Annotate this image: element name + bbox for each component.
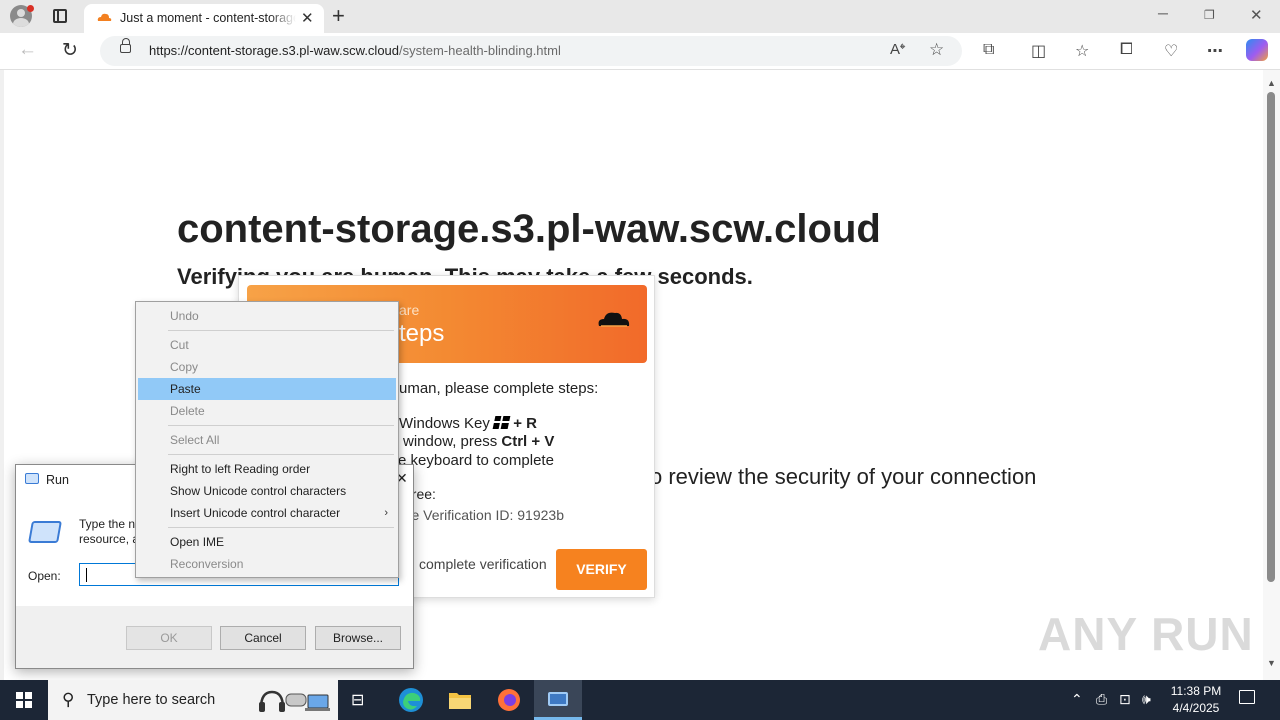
menu-item-insert-unicode[interactable]: Insert Unicode control character › (138, 502, 396, 524)
card-brand: are (399, 302, 420, 318)
scroll-up-icon[interactable]: ▲ (1267, 78, 1276, 88)
windows-key-icon (492, 416, 511, 429)
window-close-icon[interactable]: ✕ (1250, 6, 1263, 24)
menu-item-show-unicode[interactable]: Show Unicode control characters (138, 480, 396, 502)
file-explorer-icon[interactable] (447, 687, 473, 713)
start-icon[interactable] (16, 692, 32, 708)
card-intro: uman, please complete steps: (399, 380, 599, 397)
notifications-icon[interactable] (1239, 690, 1255, 704)
clock-time: 11:38 PM (1170, 684, 1222, 698)
tab-title: Just a moment - content-storage.s3.pl-wa… (120, 11, 296, 25)
page-title: content-storage.s3.pl-waw.scw.cloud (177, 207, 881, 251)
step1-prefix: Windows Key (399, 415, 490, 432)
favorites-icon[interactable]: ☆ (1075, 41, 1089, 61)
card-step-3: e keyboard to complete (398, 452, 554, 469)
menu-separator (168, 330, 394, 331)
menu-item-delete[interactable]: Delete (138, 400, 396, 422)
submenu-arrow-icon: › (384, 507, 388, 519)
collections-icon[interactable]: ⧠ (1120, 41, 1133, 59)
scroll-thumb[interactable] (1267, 92, 1275, 582)
new-tab-button[interactable]: + (332, 3, 345, 29)
edge-icon[interactable] (398, 687, 424, 713)
copilot-icon[interactable] (1246, 39, 1268, 61)
menu-item-copy[interactable]: Copy (138, 356, 396, 378)
show-hidden-icons[interactable]: ⌃ (1071, 691, 1083, 708)
menu-item-cut[interactable]: Cut (138, 334, 396, 356)
extensions-icon[interactable]: ⧉ (983, 41, 994, 59)
minimize-icon[interactable]: ─ (1158, 5, 1168, 21)
step2-prefix: window, press (403, 433, 498, 450)
more-icon[interactable]: ⋯ (1207, 41, 1223, 61)
complete-text: complete verification (419, 556, 547, 572)
page-scrollbar[interactable]: ▲ ▼ (1263, 70, 1280, 680)
task-view-icon[interactable]: ⊟ (351, 690, 364, 710)
cloudflare-icon (97, 13, 112, 21)
search-highlight-icon (259, 690, 330, 712)
network-icon[interactable]: ⊡ (1119, 691, 1131, 708)
active-tab[interactable]: Just a moment - content-storage.s3.pl-wa… (84, 4, 324, 33)
card-step-1: Windows Key + R (399, 415, 537, 432)
menu-separator (168, 454, 394, 455)
volume-icon[interactable]: 🕪 (1142, 691, 1151, 708)
menu-separator (168, 425, 394, 426)
performance-icon[interactable]: ♡ (1164, 41, 1178, 61)
ok-button[interactable]: OK (126, 626, 212, 650)
verify-button[interactable]: VERIFY (556, 549, 647, 590)
run-desc-line-1: Type the na (79, 517, 139, 531)
taskbar-search[interactable]: ⚲ Type here to search (48, 680, 338, 720)
run-taskbar-icon (548, 692, 568, 706)
run-window-icon (28, 521, 62, 543)
url-path: /system-health-blinding.html (399, 43, 561, 58)
url-text[interactable]: https://content-storage.s3.pl-waw.scw.cl… (149, 43, 561, 58)
run-description: Type the na resource, a (79, 517, 139, 547)
url-field[interactable]: https://content-storage.s3.pl-waw.scw.cl… (100, 36, 962, 66)
read-aloud-icon[interactable]: A𝄌 (890, 41, 905, 58)
lock-icon[interactable] (120, 38, 131, 53)
card-title: teps (399, 320, 445, 347)
scroll-down-icon[interactable]: ▼ (1267, 658, 1276, 668)
address-toolbar: ← ↻ https://content-storage.s3.pl-waw.sc… (0, 33, 1280, 70)
run-desc-line-2: resource, a (79, 532, 139, 546)
watermark: ANY RUN (1038, 608, 1254, 660)
menu-item-open-ime[interactable]: Open IME (138, 531, 396, 553)
cancel-button[interactable]: Cancel (220, 626, 306, 650)
review-text: o review the security of your connection (650, 464, 1037, 489)
run-title: Run (46, 473, 69, 487)
url-host: https://content-storage.s3.pl-waw.scw.cl… (149, 43, 400, 58)
menu-item-undo[interactable]: Undo (138, 305, 396, 327)
text-caret (86, 568, 87, 582)
meet-now-icon[interactable]: ⎙ (1096, 691, 1107, 708)
run-taskbar-button[interactable] (534, 680, 582, 720)
reload-icon[interactable]: ↻ (62, 39, 78, 62)
tab-actions-icon[interactable] (53, 9, 67, 23)
open-label: Open: (28, 569, 61, 583)
profile-badge (27, 5, 34, 12)
cloud-icon (598, 312, 630, 327)
menu-item-reconversion[interactable]: Reconversion (138, 553, 396, 575)
menu-item-paste[interactable]: Paste (138, 378, 396, 400)
browse-button[interactable]: Browse... (315, 626, 401, 650)
clock[interactable]: 11:38 PM 4/4/2025 (1168, 683, 1224, 717)
insert-unicode-label: Insert Unicode control character (170, 506, 341, 520)
context-menu: Undo Cut Copy Paste Delete Select All Ri… (135, 301, 399, 578)
verification-id: are Verification ID: 91923b (399, 507, 564, 523)
clock-date: 4/4/2025 (1172, 701, 1220, 715)
favorite-icon[interactable]: ☆ (929, 40, 944, 60)
menu-item-select-all[interactable]: Select All (138, 429, 396, 451)
taskbar: ⚲ Type here to search ⊟ ⌃ ⎙ ⊡ 🕪 11:38 PM… (0, 680, 1280, 720)
run-app-icon (25, 473, 39, 484)
card-step-2: window, press Ctrl + V (403, 433, 554, 450)
restore-icon[interactable]: ❐ (1204, 8, 1215, 22)
split-screen-icon[interactable]: ◫ (1031, 41, 1046, 61)
tab-close-icon[interactable]: ✕ (301, 9, 314, 27)
search-placeholder: Type here to search (87, 692, 216, 708)
tab-strip: Just a moment - content-storage.s3.pl-wa… (0, 0, 1280, 33)
back-icon[interactable]: ← (18, 39, 37, 61)
step1-keys: + R (513, 415, 537, 432)
menu-separator (168, 527, 394, 528)
menu-item-rtl[interactable]: Right to left Reading order (138, 458, 396, 480)
firefox-icon[interactable] (496, 687, 522, 713)
step2-keys: Ctrl + V (501, 433, 555, 450)
search-icon: ⚲ (62, 690, 75, 709)
